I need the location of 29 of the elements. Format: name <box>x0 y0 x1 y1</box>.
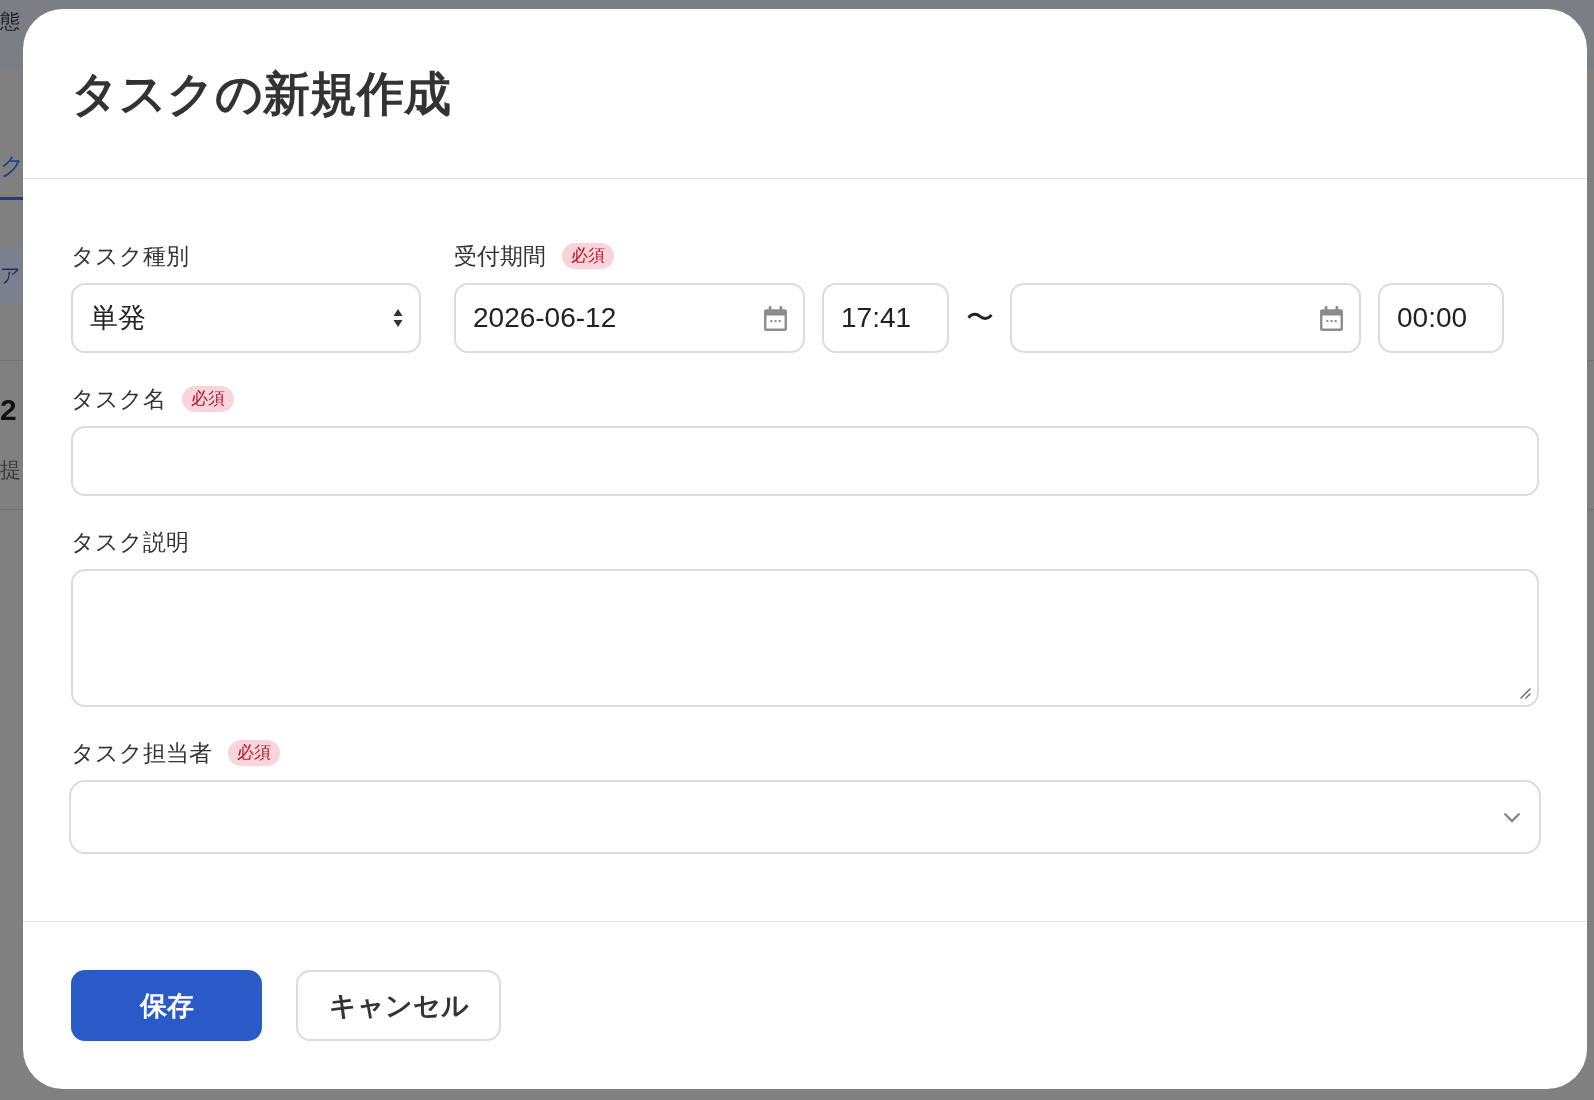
time-field[interactable]: 00:00 <box>1378 283 1504 353</box>
select-field[interactable]: 単発 <box>71 283 421 353</box>
required-badge: 必須 <box>562 243 614 269</box>
resize-grip-icon[interactable] <box>1520 688 1531 699</box>
chevron-down-icon <box>1503 811 1521 823</box>
required-badge: 必須 <box>228 740 280 766</box>
date-field[interactable] <box>1010 283 1361 353</box>
save-button[interactable]: 保存 <box>71 970 262 1041</box>
up-down-arrows-icon <box>393 308 403 328</box>
date-field[interactable]: 2026-06-12 <box>454 283 805 353</box>
field-label: タスク説明 <box>71 528 189 557</box>
field-label: タスク種別 <box>71 242 189 271</box>
required-badge: 必須 <box>182 386 234 412</box>
page-heading: 2 <box>0 392 17 428</box>
calendar-icon[interactable] <box>1320 305 1343 331</box>
time-field[interactable]: 17:41 <box>822 283 949 353</box>
header-text: 態 <box>0 9 20 34</box>
dialog-title: タスクの新規作成 <box>71 65 451 122</box>
dropdown-field[interactable] <box>69 780 1541 854</box>
field-label: 受付期間 <box>454 242 546 271</box>
field-label: タスク名 <box>71 385 166 414</box>
calendar-icon[interactable] <box>764 305 787 331</box>
range-separator: 〜 <box>966 301 993 335</box>
cancel-button[interactable]: キャンセル <box>296 970 501 1041</box>
notice-bar: ア <box>0 248 23 303</box>
page-caption: 提 <box>0 457 21 483</box>
field-label: タスク担当者 <box>71 739 212 768</box>
textarea-field[interactable] <box>71 569 1539 707</box>
text-field[interactable] <box>71 426 1539 496</box>
